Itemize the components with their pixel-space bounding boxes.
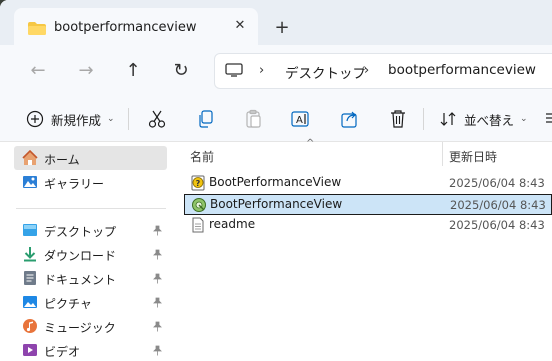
breadcrumb-separator: › xyxy=(364,63,370,78)
new-button-label: 新規作成 xyxy=(51,112,102,128)
navigation-bar: ← → ↑ ↻ › デスクトップ › bootperformanceview xyxy=(0,45,552,97)
file-list-pane: ^ 名前 更新日時 ? BootPerformanceView 2025/06/… xyxy=(172,138,552,361)
folder-icon xyxy=(28,22,46,35)
app-exe-icon xyxy=(192,198,206,212)
pin-icon[interactable] xyxy=(152,225,163,236)
text-file-icon xyxy=(192,217,204,233)
pictures-icon xyxy=(23,296,37,308)
new-tab-button[interactable]: + xyxy=(272,18,292,38)
pin-icon[interactable] xyxy=(152,297,163,308)
download-icon xyxy=(24,247,36,262)
add-circle-icon xyxy=(26,110,44,128)
new-button[interactable]: 新規作成 ⌄ xyxy=(26,107,115,131)
forward-button[interactable]: → xyxy=(72,57,100,85)
file-date: 2025/06/04 8:43 xyxy=(450,198,546,212)
help-file-icon: ? xyxy=(191,175,205,191)
svg-text:A: A xyxy=(296,115,303,126)
file-row[interactable]: ? BootPerformanceView 2025/06/04 8:43 xyxy=(184,173,552,194)
music-icon xyxy=(23,319,37,333)
address-bar[interactable]: › デスクトップ › bootperformanceview xyxy=(214,53,552,89)
column-header-name[interactable]: 名前 xyxy=(190,148,214,165)
desktop-icon xyxy=(23,224,37,236)
sidebar-item-label: ホーム xyxy=(44,153,80,167)
sort-button-label: 並べ替え xyxy=(464,112,515,128)
copy-icon[interactable] xyxy=(195,108,217,130)
close-tab-icon[interactable]: ✕ xyxy=(232,18,248,34)
column-divider[interactable] xyxy=(442,142,443,166)
cut-icon[interactable] xyxy=(146,108,168,130)
chevron-down-icon: ⌄ xyxy=(107,114,115,124)
file-name: BootPerformanceView xyxy=(209,175,342,189)
back-button[interactable]: ← xyxy=(24,57,52,85)
tab-title: bootperformanceview xyxy=(54,20,197,35)
breadcrumb-separator: › xyxy=(259,63,265,78)
title-bar: bootperformanceview ✕ + xyxy=(0,0,552,46)
toolbar-divider xyxy=(128,108,129,130)
paste-icon[interactable] xyxy=(243,108,265,130)
pin-icon[interactable] xyxy=(152,249,163,260)
breadcrumb-current-folder[interactable]: bootperformanceview xyxy=(388,62,536,78)
sidebar-item-label: デスクトップ xyxy=(44,225,117,239)
chevron-down-icon: ⌄ xyxy=(520,114,528,124)
sidebar-item-label: ビデオ xyxy=(44,345,81,359)
sidebar-item-label: ギャラリー xyxy=(44,177,105,191)
column-header-modified[interactable]: 更新日時 xyxy=(449,148,497,165)
refresh-button[interactable]: ↻ xyxy=(167,57,195,85)
view-options-icon[interactable] xyxy=(546,111,552,125)
share-icon[interactable] xyxy=(339,108,361,130)
file-row[interactable]: readme 2025/06/04 8:43 xyxy=(184,215,552,236)
up-button[interactable]: ↑ xyxy=(119,57,147,85)
command-bar: 新規作成 ⌄ A 並べ替え ⌄ xyxy=(0,97,552,142)
sort-button[interactable]: 並べ替え ⌄ xyxy=(440,107,528,131)
gallery-icon xyxy=(23,176,37,188)
pin-icon[interactable] xyxy=(152,273,163,284)
home-icon xyxy=(22,150,38,165)
sidebar-item-label: ミュージック xyxy=(44,321,116,335)
tab-bootperformanceview[interactable]: bootperformanceview ✕ xyxy=(14,8,258,46)
this-pc-icon xyxy=(225,63,243,77)
file-name: readme xyxy=(209,217,256,231)
file-date: 2025/06/04 8:43 xyxy=(449,218,545,232)
document-icon xyxy=(24,271,36,285)
sidebar-divider xyxy=(16,208,166,209)
delete-icon[interactable] xyxy=(387,108,409,130)
sidebar-item-label: ドキュメント xyxy=(44,273,117,287)
svg-text:?: ? xyxy=(196,179,201,188)
toolbar-divider xyxy=(423,108,424,130)
file-explorer-window: bootperformanceview ✕ + ← → ↑ ↻ › デスクトップ… xyxy=(0,0,552,361)
file-date: 2025/06/04 8:43 xyxy=(449,176,545,190)
navigation-pane: ホーム ギャラリー デスクトップ ダウンロード ドキュメント ピクチャ ミュージ… xyxy=(0,142,172,361)
file-row-selected[interactable]: BootPerformanceView 2025/06/04 8:43 xyxy=(184,194,552,215)
sort-indicator-icon: ^ xyxy=(306,138,315,149)
sort-icon xyxy=(440,112,456,126)
file-name: BootPerformanceView xyxy=(210,197,343,211)
pin-icon[interactable] xyxy=(152,345,163,356)
rename-icon[interactable]: A xyxy=(290,108,312,130)
breadcrumb-desktop[interactable]: デスクトップ xyxy=(285,62,366,82)
pin-icon[interactable] xyxy=(152,321,163,332)
video-icon xyxy=(23,344,37,356)
sidebar-item-label: ダウンロード xyxy=(44,249,117,263)
sidebar-item-label: ピクチャ xyxy=(44,297,92,311)
